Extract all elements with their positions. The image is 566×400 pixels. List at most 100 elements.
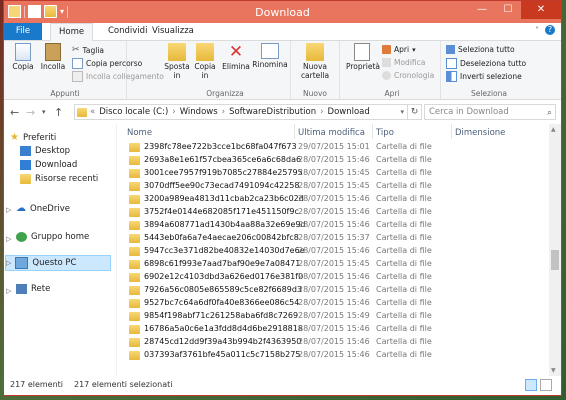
paste-shortcut-button[interactable]: Incolla collegamento xyxy=(72,71,164,82)
forward-arrow-icon[interactable]: → xyxy=(26,106,35,119)
tab-home[interactable]: Home xyxy=(50,23,94,41)
copy-to-icon xyxy=(196,43,214,61)
paste-button[interactable]: Incolla xyxy=(38,43,68,71)
copy-to-button[interactable]: Copia in xyxy=(192,43,218,80)
table-row[interactable]: 3752f4e0144e682085f171e451150f9c 28/07/20… xyxy=(117,206,549,219)
table-row[interactable]: 6902e12c4103dbd3a626ed0176e381f0 28/07/20… xyxy=(117,271,549,284)
address-bar[interactable]: « Disco locale (C:) › Windows › Software… xyxy=(74,104,408,120)
nav-onedrive[interactable]: ☁ OneDrive xyxy=(16,203,70,214)
table-row[interactable]: 5443eb0fa6a7e4aecae206c00842bfc8 28/07/20… xyxy=(117,232,549,245)
column-divider[interactable] xyxy=(294,124,295,139)
copy-path-button[interactable]: Copia percorso xyxy=(72,58,142,69)
paste-label: Incolla xyxy=(40,62,66,71)
address-dropdown-icon[interactable]: ▾ xyxy=(400,108,407,116)
rename-button[interactable]: Rinomina xyxy=(252,43,288,69)
table-row[interactable]: 9854f198abf71c261258aba6fd8c7269 28/07/20… xyxy=(117,310,549,323)
file-date: 28/07/2015 15:46 xyxy=(298,272,370,281)
breadcrumb-download[interactable]: Download xyxy=(325,107,373,117)
file-date: 28/07/2015 15:46 xyxy=(298,194,370,203)
table-row[interactable]: 7926a56c0805e865589c5ce82f6689d3 28/07/20… xyxy=(117,284,549,297)
table-row[interactable]: 16786a5a0c6e1a3fdd8d4d6be2918818 28/07/20… xyxy=(117,323,549,336)
nav-preferiti[interactable]: ★ Preferiti xyxy=(10,132,56,143)
group-label-appunti: Appunti xyxy=(50,89,80,98)
move-to-button[interactable]: Sposta in xyxy=(164,43,190,80)
close-button[interactable]: ✕ xyxy=(521,1,561,19)
table-row[interactable]: 2398fc78ee722b3cce1bc68fa047f673 29/07/20… xyxy=(117,141,549,154)
new-folder-button[interactable]: Nuova cartella xyxy=(295,43,335,80)
refresh-icon[interactable]: ↻ xyxy=(408,104,422,120)
open-button[interactable]: Apri ▾ xyxy=(382,45,416,54)
tab-view[interactable]: Visualizza xyxy=(144,23,202,40)
edit-button[interactable]: Modifica xyxy=(382,58,425,67)
address-overflow[interactable]: « xyxy=(89,107,96,117)
minimize-button[interactable]: — xyxy=(469,1,495,19)
table-row[interactable]: 6898c61f993e7aad7baf90e9e7a08471 28/07/20… xyxy=(117,258,549,271)
nav-download[interactable]: Download xyxy=(20,160,77,170)
expand-arrow-icon[interactable]: ▷ xyxy=(6,259,11,267)
nav-questo-pc[interactable]: ▷ Questo PC xyxy=(5,255,111,271)
breadcrumb-windows[interactable]: Windows xyxy=(177,107,221,117)
cut-button[interactable]: ✂ Taglia xyxy=(72,45,104,55)
scrollbar-thumb[interactable] xyxy=(551,250,559,270)
table-row[interactable]: 2693a8e1e61f57cbea365ce6a6c68da6 28/07/20… xyxy=(117,154,549,167)
folder-icon xyxy=(129,182,140,191)
history-button[interactable]: Cronologia xyxy=(382,71,434,80)
properties-icon xyxy=(354,43,370,61)
expand-ribbon-icon[interactable]: ˅ xyxy=(535,26,539,35)
table-row[interactable]: 3001cee7957f919b7085c27884e25795 28/07/20… xyxy=(117,167,549,180)
copy-button[interactable]: Copia xyxy=(10,43,36,71)
delete-button[interactable]: ✕ Elimina xyxy=(222,43,250,71)
breadcrumb-softwaredistribution[interactable]: SoftwareDistribution xyxy=(226,107,319,117)
expand-arrow-icon[interactable]: ▷ xyxy=(6,287,11,295)
expand-arrow-icon[interactable]: ▷ xyxy=(6,206,11,214)
column-type[interactable]: Tipo xyxy=(376,128,394,138)
vertical-scrollbar[interactable]: ▲ ▼ xyxy=(549,124,561,376)
maximize-button[interactable]: ☐ xyxy=(495,1,521,19)
breadcrumb-disk[interactable]: Disco locale (C:) xyxy=(96,107,171,117)
tab-file[interactable]: File xyxy=(4,23,42,40)
scissors-icon: ✂ xyxy=(72,45,80,55)
nav-risorse-recenti[interactable]: Risorse recenti xyxy=(20,174,98,184)
file-type: Cartella di file xyxy=(376,337,432,346)
search-input[interactable]: Cerca in Download ⌕ xyxy=(424,104,556,120)
properties-button[interactable]: Proprietà xyxy=(346,43,380,71)
scroll-up-icon[interactable]: ▲ xyxy=(551,126,556,133)
table-row[interactable]: 3070dff5ee90c73ecad7491094c42258 28/07/20… xyxy=(117,180,549,193)
large-icons-view-icon[interactable] xyxy=(540,379,552,391)
download-icon xyxy=(20,160,31,170)
column-modified[interactable]: Ultima modifica xyxy=(298,128,365,138)
select-none-button[interactable]: Deseleziona tutto xyxy=(446,58,526,69)
column-size[interactable]: Dimensione xyxy=(455,128,505,138)
select-all-button[interactable]: Seleziona tutto xyxy=(446,45,515,54)
column-divider[interactable] xyxy=(372,124,373,139)
paste-shortcut-icon xyxy=(72,71,83,82)
nav-gruppo-home[interactable]: Gruppo home xyxy=(16,232,89,242)
column-divider[interactable] xyxy=(451,124,452,139)
recent-locations-icon[interactable]: ▾ xyxy=(42,108,46,116)
nav-rete[interactable]: Rete xyxy=(16,284,50,294)
table-row[interactable]: 9527bc7c64a6df0fa40e8366ee086c54 28/07/20… xyxy=(117,297,549,310)
navigation-pane: ★ Preferiti Desktop Download Risorse rec… xyxy=(4,124,117,376)
column-name[interactable]: Nome xyxy=(127,128,152,138)
table-row[interactable]: 28745cd12dd9f39a43b994b2f4363950 28/07/20… xyxy=(117,336,549,349)
table-row[interactable]: 037393af3761bfe45a011c5c7158b275 28/07/20… xyxy=(117,349,549,362)
up-arrow-icon[interactable]: ↑ xyxy=(54,106,63,119)
invert-selection-button[interactable]: Inverti selezione xyxy=(446,71,522,82)
help-icon[interactable]: ? xyxy=(545,25,555,35)
details-view-icon[interactable] xyxy=(525,379,537,391)
scroll-down-icon[interactable]: ▼ xyxy=(551,367,556,374)
nav-desktop[interactable]: Desktop xyxy=(20,146,70,156)
file-name: 16786a5a0c6e1a3fdd8d4d6be2918818 xyxy=(144,324,303,333)
expand-arrow-icon[interactable]: ▷ xyxy=(6,235,11,243)
table-row[interactable]: 3200a989ea4813d11cbab2ca23b6c02d 28/07/20… xyxy=(117,193,549,206)
group-appunti: Copia Incolla ✂ Taglia Copia percorso In… xyxy=(4,41,164,99)
star-icon: ★ xyxy=(10,132,19,143)
file-type: Cartella di file xyxy=(376,194,432,203)
recent-places-icon xyxy=(20,174,31,184)
new-folder-icon xyxy=(306,43,324,61)
table-row[interactable]: 3894a608771ad1430b4aa88a32e69e9d 28/07/20… xyxy=(117,219,549,232)
table-row[interactable]: 5947cc3e371d82be40832e14030d7e6e 28/07/20… xyxy=(117,245,549,258)
copy-to-label-2: in xyxy=(201,71,209,80)
back-arrow-icon[interactable]: ← xyxy=(10,106,19,119)
file-name: 3752f4e0144e682085f171e451150f9c xyxy=(144,207,299,216)
